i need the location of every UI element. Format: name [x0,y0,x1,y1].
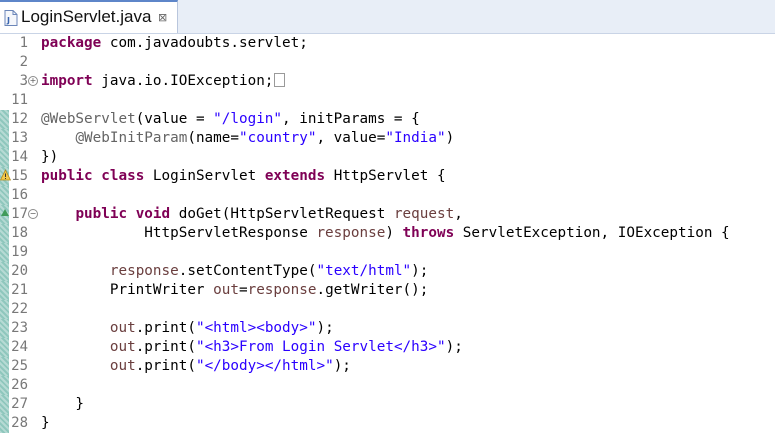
code-text: out.print("<html><body>"); [109,320,334,336]
code-text: }) [41,149,59,165]
code-text: public void doGet(HttpServletRequest req… [75,206,463,222]
line-number: 1 [19,35,28,51]
code-line[interactable]: 11 [0,91,775,110]
code-line[interactable]: 15 public class LoginServlet extends Http… [0,167,775,186]
java-file-icon: J [4,10,18,26]
code-line[interactable]: 16 [0,186,775,205]
code-text: package com.javadoubts.servlet; [41,35,308,51]
change-marker [0,281,9,300]
change-marker [0,338,9,357]
code-line[interactable]: 26 [0,376,775,395]
line-number: 28 [11,415,28,431]
line-number: 19 [11,244,28,260]
editor-tab-bar: J LoginServlet.java ⊠ [0,0,775,34]
change-marker [0,186,9,205]
code-line[interactable]: 28} [0,414,775,433]
code-line[interactable]: 17− public void doGet(HttpServletRequest… [0,205,775,224]
code-text: } [41,415,50,431]
code-line[interactable]: 1 package com.javadoubts.servlet; [0,34,775,53]
code-line[interactable]: 2 [0,53,775,72]
change-marker [0,243,9,262]
line-number: 15 [11,168,28,184]
line-number: 21 [11,282,28,298]
code-line[interactable]: 19 [0,243,775,262]
code-line[interactable]: 24 out.print("<h3>From Login Servlet</h3… [0,338,775,357]
code-line[interactable]: 23 out.print("<html><body>"); [0,319,775,338]
change-marker [0,129,9,148]
change-marker [0,148,9,167]
change-marker [0,300,9,319]
tab-title: LoginServlet.java [21,7,152,26]
code-line[interactable]: 22 [0,300,775,319]
change-marker [0,395,9,414]
code-text: HttpServletResponse response) throws Ser… [41,225,730,241]
code-text: public class LoginServlet extends HttpSe… [41,168,446,184]
line-number: 17 [11,206,28,222]
code-text: @WebInitParam(name="country", value="Ind… [75,130,455,146]
code-text: response.setContentType("text/html"); [109,263,429,279]
code-line[interactable]: 14}) [0,148,775,167]
line-number: 23 [11,320,28,336]
svg-text:J: J [6,16,10,25]
code-line[interactable]: 13 @WebInitParam(name="country", value="… [0,129,775,148]
line-number: 2 [19,54,28,70]
line-number: 25 [11,358,28,374]
tab-loginservlet[interactable]: J LoginServlet.java ⊠ [0,0,178,33]
code-text: out.print("</body></html>"); [109,358,351,374]
line-number: 11 [11,92,28,108]
line-number: 18 [11,225,28,241]
line-number: 14 [11,149,28,165]
line-number: 27 [11,396,28,412]
change-marker [0,110,9,129]
code-text: @WebServlet(value = "/login", initParams… [41,111,420,127]
line-number: 24 [11,339,28,355]
code-text: } [41,396,85,412]
expand-fold-icon[interactable]: + [28,76,38,86]
line-number: 16 [11,187,28,203]
change-marker [0,319,9,338]
line-number: 12 [11,111,28,127]
change-marker [0,414,9,433]
change-marker [0,262,9,281]
code-line[interactable]: 25 out.print("</body></html>"); [0,357,775,376]
code-line[interactable]: 21 PrintWriter out=response.getWriter(); [0,281,775,300]
code-line[interactable]: 3 + import java.io.IOException; [0,72,775,91]
code-text: import java.io.IOException; [41,72,286,91]
code-line[interactable]: 27 } [0,395,775,414]
code-line[interactable]: 18 HttpServletResponse response) throws … [0,224,775,243]
code-text: out.print("<h3>From Login Servlet</h3>")… [109,339,463,355]
code-line[interactable]: 12 @WebServlet(value = "/login", initPara… [0,110,775,129]
collapse-fold-icon[interactable]: − [28,209,38,219]
close-icon[interactable]: ⊠ [158,11,167,24]
line-number: 20 [11,263,28,279]
line-number: 22 [11,301,28,317]
folded-imports-box[interactable] [274,73,286,87]
code-text: PrintWriter out=response.getWriter(); [41,282,429,298]
change-marker [0,376,9,395]
line-number: 13 [11,130,28,146]
line-number: 26 [11,377,28,393]
change-marker [0,224,9,243]
change-marker [0,357,9,376]
code-line[interactable]: 20 response.setContentType("text/html"); [0,262,775,281]
code-editor[interactable]: 1 package com.javadoubts.servlet; 2 3 + impor… [0,34,775,439]
line-number: 3 [19,73,28,89]
